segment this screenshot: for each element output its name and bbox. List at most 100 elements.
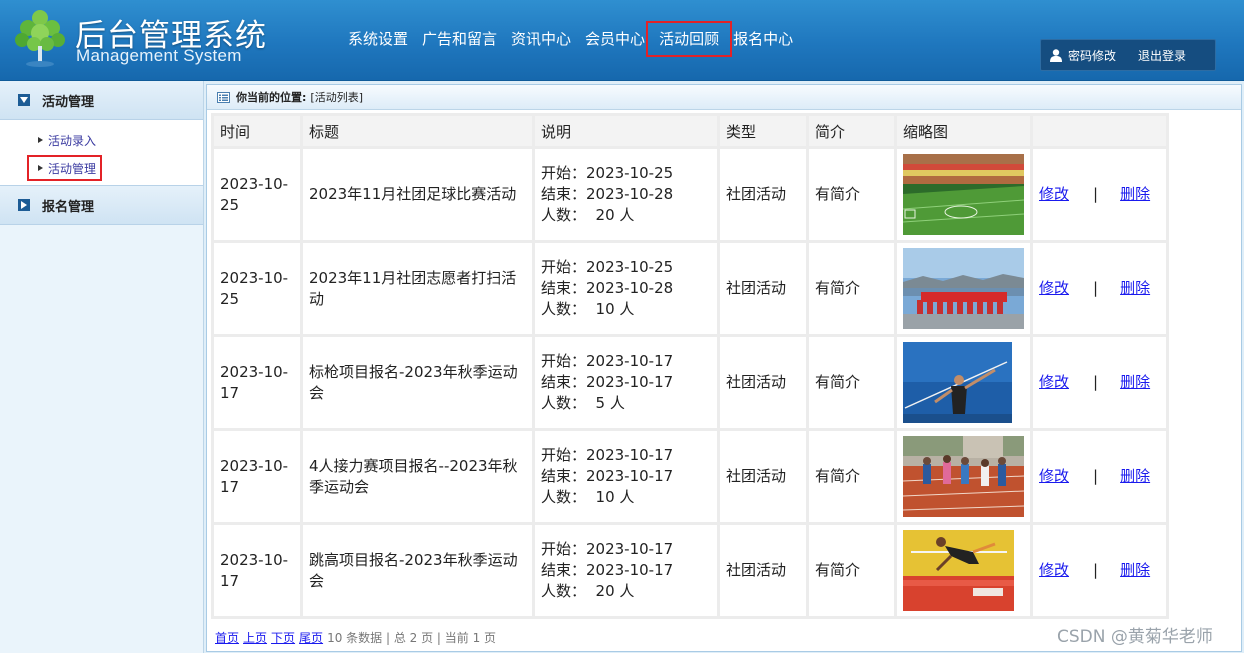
header-time: 时间: [214, 116, 300, 146]
cell-actions: 修改 | 删除: [1033, 431, 1166, 522]
user-actions: 密码修改 退出登录: [1040, 39, 1216, 71]
cell-thumbnail: [897, 149, 1030, 240]
cell-title: 标枪项目报名-2023年秋季运动会: [303, 337, 532, 428]
delete-link[interactable]: 删除: [1120, 560, 1150, 581]
table-row: 2023-10-17 标枪项目报名-2023年秋季运动会 开始：2023-10-…: [214, 337, 1166, 428]
cell-title: 2023年11月社团志愿者打扫活动: [303, 243, 532, 334]
relay-track-thumbnail: [903, 436, 1024, 517]
cell-date: 2023-10-17: [214, 337, 300, 428]
nav-news-center[interactable]: 资讯中心: [504, 27, 578, 51]
cell-intro: 有简介: [809, 431, 894, 522]
delete-link[interactable]: 删除: [1120, 372, 1150, 393]
triangle-right-icon: [38, 137, 43, 143]
cell-intro: 有简介: [809, 149, 894, 240]
next-page-link[interactable]: 下页: [271, 629, 295, 646]
table-row: 2023-10-25 2023年11月社团足球比赛活动 开始：2023-10-2…: [214, 149, 1166, 240]
sidebar-item-label: 活动录入: [48, 133, 97, 148]
cell-title: 2023年11月社团足球比赛活动: [303, 149, 532, 240]
first-page-link[interactable]: 首页: [215, 629, 239, 646]
cell-date: 2023-10-17: [214, 525, 300, 616]
participant-count: 人数： 10 人: [541, 300, 635, 318]
cell-thumbnail: [897, 431, 1030, 522]
table-header-row: 时间 标题 说明 类型 简介 缩略图: [214, 116, 1166, 146]
cell-intro: 有简介: [809, 337, 894, 428]
cell-title: 跳高项目报名-2023年秋季运动会: [303, 525, 532, 616]
last-page-link[interactable]: 尾页: [299, 629, 323, 646]
high-jump-thumbnail: [903, 530, 1014, 611]
cell-type: 社团活动: [720, 525, 806, 616]
cell-thumbnail: [897, 243, 1030, 334]
start-date: 开始：2023-10-17: [541, 352, 674, 370]
end-date: 结束：2023-10-17: [541, 373, 674, 391]
end-date: 结束：2023-10-17: [541, 467, 674, 485]
participant-count: 人数： 20 人: [541, 206, 635, 224]
start-date: 开始：2023-10-17: [541, 540, 674, 558]
participant-count: 人数： 5 人: [541, 394, 625, 412]
javelin-thumbnail: [903, 342, 1012, 423]
cell-thumbnail: [897, 525, 1030, 616]
cell-date: 2023-10-25: [214, 243, 300, 334]
delete-link[interactable]: 删除: [1120, 184, 1150, 205]
list-icon: [217, 91, 230, 103]
header-thumbnail: 缩略图: [897, 116, 1030, 146]
sidebar-item-activity-manage[interactable]: 活动管理: [0, 154, 203, 182]
expand-icon: [18, 199, 30, 211]
change-password-button[interactable]: 密码修改: [1041, 47, 1116, 64]
header-description: 说明: [535, 116, 717, 146]
tree-logo-icon: [15, 10, 65, 67]
cell-type: 社团活动: [720, 431, 806, 522]
delete-link[interactable]: 删除: [1120, 278, 1150, 299]
cell-type: 社团活动: [720, 149, 806, 240]
pagination-info: 10 条数据 | 总 2 页 | 当前 1 页: [327, 631, 497, 645]
cell-description: 开始：2023-10-17 结束：2023-10-17 人数： 10 人: [535, 431, 717, 522]
sidebar-group-registration[interactable]: 报名管理: [0, 186, 203, 225]
pagination: 首页 上页 下页 尾页 10 条数据 | 总 2 页 | 当前 1 页: [215, 629, 496, 646]
sidebar-submenu: 活动录入 活动管理: [0, 120, 203, 186]
participant-count: 人数： 20 人: [541, 582, 635, 600]
cell-type: 社团活动: [720, 337, 806, 428]
start-date: 开始：2023-10-25: [541, 258, 674, 276]
collapse-icon: [18, 94, 30, 106]
start-date: 开始：2023-10-25: [541, 164, 674, 182]
delete-link[interactable]: 删除: [1120, 466, 1150, 487]
nav-ads-messages[interactable]: 广告和留言: [415, 27, 504, 51]
edit-link[interactable]: 修改: [1039, 278, 1069, 299]
watermark: CSDN @黄菊华老师: [1057, 627, 1213, 647]
nav-system-settings[interactable]: 系统设置: [341, 27, 415, 51]
sidebar-group-activity[interactable]: 活动管理: [0, 81, 203, 120]
prev-page-link[interactable]: 上页: [243, 629, 267, 646]
edit-link[interactable]: 修改: [1039, 560, 1069, 581]
table-row: 2023-10-17 跳高项目报名-2023年秋季运动会 开始：2023-10-…: [214, 525, 1166, 616]
nav-activity-review[interactable]: 活动回顾: [646, 21, 733, 57]
sidebar-group-label: 报名管理: [42, 199, 95, 215]
edit-link[interactable]: 修改: [1039, 184, 1069, 205]
header-actions: [1033, 116, 1166, 146]
top-header: 后台管理系统 Management System 系统设置 广告和留言 资讯中心…: [0, 0, 1244, 81]
header-title: 标题: [303, 116, 532, 146]
cell-actions: 修改 | 删除: [1033, 243, 1166, 334]
cell-description: 开始：2023-10-17 结束：2023-10-17 人数： 5 人: [535, 337, 717, 428]
cell-actions: 修改 | 删除: [1033, 149, 1166, 240]
nav-member-center[interactable]: 会员中心: [578, 27, 652, 51]
cell-actions: 修改 | 删除: [1033, 525, 1166, 616]
table-row: 2023-10-25 2023年11月社团志愿者打扫活动 开始：2023-10-…: [214, 243, 1166, 334]
change-password-label: 密码修改: [1068, 48, 1117, 63]
user-icon: [1050, 48, 1062, 62]
participant-count: 人数： 10 人: [541, 488, 635, 506]
app-subtitle: Management System: [76, 46, 242, 65]
edit-link[interactable]: 修改: [1039, 372, 1069, 393]
cell-intro: 有简介: [809, 243, 894, 334]
activity-table: 时间 标题 说明 类型 简介 缩略图 2023-10-25 2023年11月社团…: [211, 113, 1169, 619]
header-type: 类型: [720, 116, 806, 146]
sidebar-item-activity-entry[interactable]: 活动录入: [0, 126, 203, 154]
breadcrumb: 你当前的位置: [活动列表]: [207, 85, 1241, 110]
breadcrumb-label: 你当前的位置:: [236, 91, 307, 104]
nav-registration-center[interactable]: 报名中心: [726, 27, 800, 51]
edit-link[interactable]: 修改: [1039, 466, 1069, 487]
cell-description: 开始：2023-10-17 结束：2023-10-17 人数： 20 人: [535, 525, 717, 616]
cell-type: 社团活动: [720, 243, 806, 334]
volunteer-group-thumbnail: [903, 248, 1024, 329]
logout-button[interactable]: 退出登录: [1138, 47, 1186, 64]
separator: |: [1093, 561, 1099, 579]
end-date: 结束：2023-10-28: [541, 279, 674, 297]
